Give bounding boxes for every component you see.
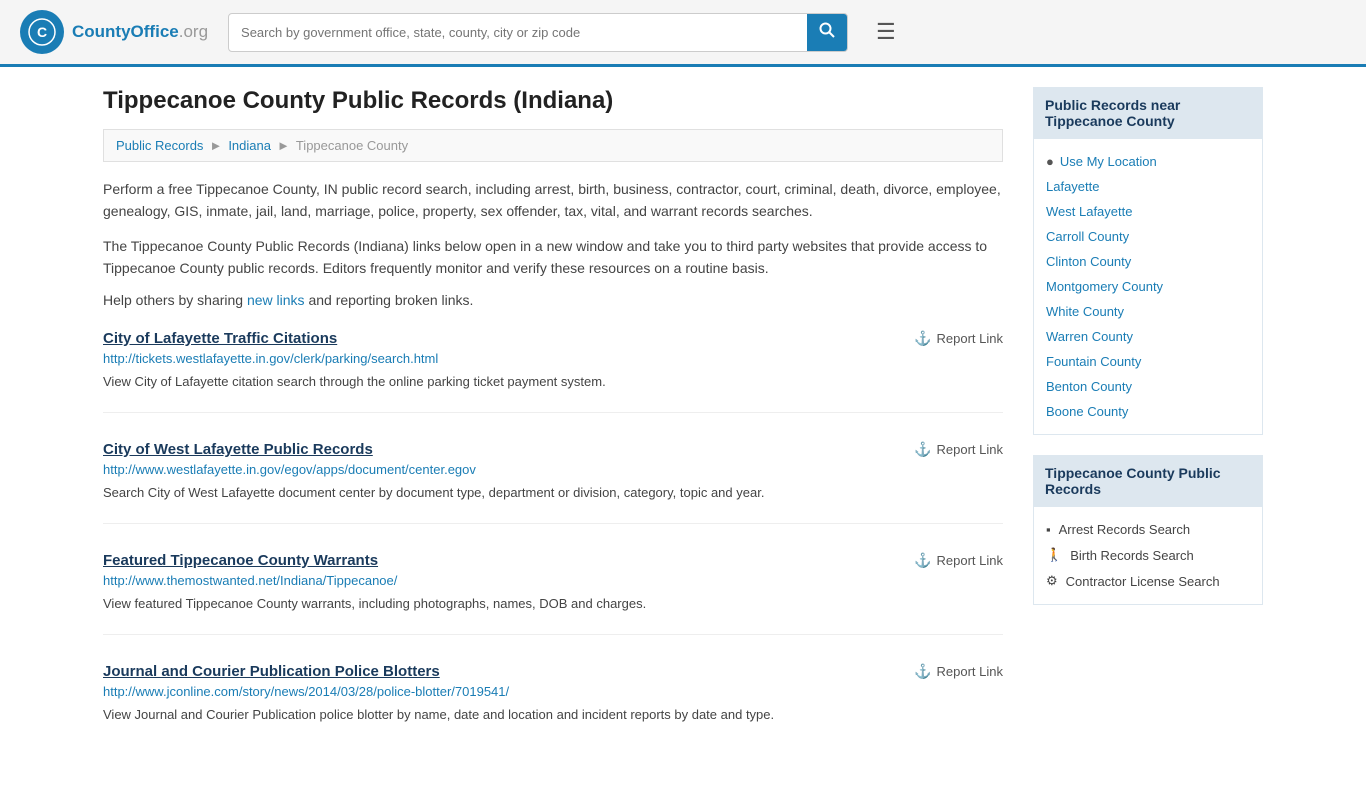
search-input[interactable] (229, 17, 807, 48)
report-icon: ⚓ (914, 441, 931, 458)
report-link-button[interactable]: ⚓ Report Link (914, 552, 1003, 569)
nearby-county-link[interactable]: Boone County (1046, 399, 1250, 424)
record-header: Journal and Courier Publication Police B… (103, 663, 1003, 680)
nearby-section: Public Records near Tippecanoe County ● … (1033, 87, 1263, 435)
location-icon: ● (1046, 154, 1054, 169)
nearby-county-link[interactable]: Clinton County (1046, 249, 1250, 274)
record-url[interactable]: http://www.westlafayette.in.gov/egov/app… (103, 462, 1003, 477)
report-link-button[interactable]: ⚓ Report Link (914, 441, 1003, 458)
intro-paragraph-2: The Tippecanoe County Public Records (In… (103, 235, 1003, 280)
record-header: City of Lafayette Traffic Citations ⚓ Re… (103, 330, 1003, 347)
logo[interactable]: C CountyOffice.org (20, 10, 208, 54)
record-title[interactable]: City of West Lafayette Public Records (103, 441, 373, 458)
record-item: City of West Lafayette Public Records ⚓ … (103, 441, 1003, 524)
breadcrumb-public-records[interactable]: Public Records (116, 138, 203, 153)
record-url[interactable]: http://www.jconline.com/story/news/2014/… (103, 684, 1003, 699)
records-list: City of Lafayette Traffic Citations ⚓ Re… (103, 330, 1003, 746)
record-title[interactable]: Featured Tippecanoe County Warrants (103, 552, 378, 569)
rec-icon-2: ⚙ (1046, 573, 1058, 589)
nearby-county-link[interactable]: Lafayette (1046, 174, 1250, 199)
logo-icon: C (20, 10, 64, 54)
record-description: Search City of West Lafayette document c… (103, 483, 1003, 503)
record-description: View City of Lafayette citation search t… (103, 372, 1003, 392)
records-section-link[interactable]: 🚶 Birth Records Search (1046, 542, 1250, 568)
record-description: View featured Tippecanoe County warrants… (103, 594, 1003, 614)
nearby-section-content: ● Use My Location LafayetteWest Lafayett… (1033, 139, 1263, 435)
report-link-label: Report Link (937, 442, 1003, 457)
rec-link-label: Contractor License Search (1066, 574, 1220, 589)
record-title[interactable]: City of Lafayette Traffic Citations (103, 330, 337, 347)
records-section-link[interactable]: ⚙ Contractor License Search (1046, 568, 1250, 594)
search-bar (228, 13, 848, 52)
hamburger-menu-button[interactable]: ☰ (876, 19, 896, 45)
rec-icon-0: ▪ (1046, 522, 1051, 537)
report-link-label: Report Link (937, 331, 1003, 346)
site-header: C CountyOffice.org ☰ (0, 0, 1366, 67)
report-icon: ⚓ (914, 330, 931, 347)
records-section-content: ▪ Arrest Records Search 🚶 Birth Records Sea… (1033, 507, 1263, 605)
rec-link-label: Arrest Records Search (1059, 522, 1191, 537)
record-item: Featured Tippecanoe County Warrants ⚓ Re… (103, 552, 1003, 635)
record-header: Featured Tippecanoe County Warrants ⚓ Re… (103, 552, 1003, 569)
rec-icon-1: 🚶 (1046, 547, 1062, 563)
intro-paragraph-1: Perform a free Tippecanoe County, IN pub… (103, 178, 1003, 223)
breadcrumb-separator-1: ► (209, 138, 222, 153)
breadcrumb-separator-2: ► (277, 138, 290, 153)
nearby-section-header: Public Records near Tippecanoe County (1033, 87, 1263, 139)
svg-text:C: C (37, 24, 47, 40)
breadcrumb: Public Records ► Indiana ► Tippecanoe Co… (103, 129, 1003, 162)
nearby-county-link[interactable]: Benton County (1046, 374, 1250, 399)
rec-link-label: Birth Records Search (1070, 548, 1194, 563)
record-header: City of West Lafayette Public Records ⚓ … (103, 441, 1003, 458)
nearby-county-link[interactable]: White County (1046, 299, 1250, 324)
main-content: Tippecanoe County Public Records (Indian… (103, 87, 1003, 773)
record-item: Journal and Courier Publication Police B… (103, 663, 1003, 745)
share-text: Help others by sharing new links and rep… (103, 292, 1003, 308)
nearby-links-list: LafayetteWest LafayetteCarroll CountyCli… (1046, 174, 1250, 424)
new-links-link[interactable]: new links (247, 292, 305, 308)
record-item: City of Lafayette Traffic Citations ⚓ Re… (103, 330, 1003, 413)
breadcrumb-tippecanoe: Tippecanoe County (296, 138, 408, 153)
nearby-county-link[interactable]: Fountain County (1046, 349, 1250, 374)
report-link-label: Report Link (937, 553, 1003, 568)
logo-text: CountyOffice.org (72, 22, 208, 42)
records-section-link[interactable]: ▪ Arrest Records Search (1046, 517, 1250, 542)
record-url[interactable]: http://tickets.westlafayette.in.gov/cler… (103, 351, 1003, 366)
breadcrumb-indiana[interactable]: Indiana (228, 138, 271, 153)
nearby-county-link[interactable]: Warren County (1046, 324, 1250, 349)
page-title: Tippecanoe County Public Records (Indian… (103, 87, 1003, 115)
report-icon: ⚓ (914, 552, 931, 569)
records-section-header: Tippecanoe County Public Records (1033, 455, 1263, 507)
record-title[interactable]: Journal and Courier Publication Police B… (103, 663, 440, 680)
report-icon: ⚓ (914, 663, 931, 680)
report-link-label: Report Link (937, 664, 1003, 679)
record-description: View Journal and Courier Publication pol… (103, 705, 1003, 725)
search-button[interactable] (807, 14, 847, 51)
record-url[interactable]: http://www.themostwanted.net/Indiana/Tip… (103, 573, 1003, 588)
search-icon (819, 22, 835, 38)
nearby-county-link[interactable]: Montgomery County (1046, 274, 1250, 299)
nearby-county-link[interactable]: Carroll County (1046, 224, 1250, 249)
report-link-button[interactable]: ⚓ Report Link (914, 663, 1003, 680)
nearby-county-link[interactable]: West Lafayette (1046, 199, 1250, 224)
records-links-list: ▪ Arrest Records Search 🚶 Birth Records Sea… (1046, 517, 1250, 594)
records-section: Tippecanoe County Public Records ▪ Arrest… (1033, 455, 1263, 605)
sidebar: Public Records near Tippecanoe County ● … (1033, 87, 1263, 773)
report-link-button[interactable]: ⚓ Report Link (914, 330, 1003, 347)
use-my-location-link[interactable]: ● Use My Location (1046, 149, 1250, 174)
